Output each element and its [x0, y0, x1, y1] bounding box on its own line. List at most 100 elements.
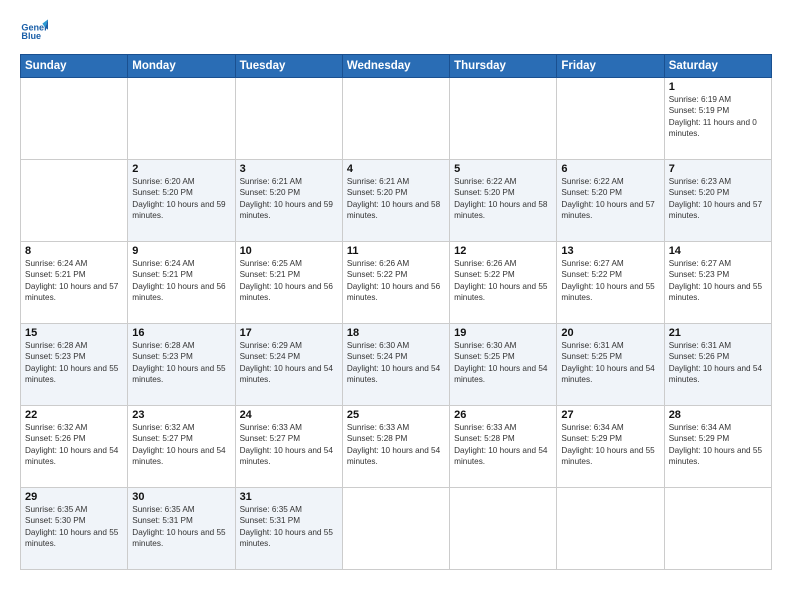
calendar-cell: 10Sunrise: 6:25 AMSunset: 5:21 PMDayligh…	[235, 242, 342, 324]
calendar-cell: 29 Sunrise: 6:35 AMSunset: 5:30 PMDayligh…	[21, 488, 128, 570]
day-number: 22	[25, 409, 123, 421]
day-number: 13	[561, 245, 659, 257]
calendar-cell: 20 Sunrise: 6:31 AMSunset: 5:25 PMDayligh…	[557, 324, 664, 406]
calendar-table: SundayMondayTuesdayWednesdayThursdayFrid…	[20, 54, 772, 570]
calendar-cell: 1Sunrise: 6:19 AMSunset: 5:19 PMDaylight…	[664, 78, 771, 160]
calendar-cell	[557, 78, 664, 160]
calendar-cell: 28 Sunrise: 6:34 AMSunset: 5:29 PMDayligh…	[664, 406, 771, 488]
col-header-monday: Monday	[128, 55, 235, 78]
day-number: 20	[561, 327, 659, 339]
day-number: 4	[347, 163, 445, 175]
day-number: 15	[25, 327, 123, 339]
week-row: 2Sunrise: 6:20 AMSunset: 5:20 PMDaylight…	[21, 160, 772, 242]
day-number: 8	[25, 245, 123, 257]
calendar-cell: 23 Sunrise: 6:32 AMSunset: 5:27 PMDayligh…	[128, 406, 235, 488]
calendar-cell: 11Sunrise: 6:26 AMSunset: 5:22 PMDayligh…	[342, 242, 449, 324]
day-text: Sunrise: 6:22 AMSunset: 5:20 PMDaylight:…	[561, 177, 654, 220]
calendar-cell: 25 Sunrise: 6:33 AMSunset: 5:28 PMDayligh…	[342, 406, 449, 488]
calendar-cell	[450, 78, 557, 160]
day-text: Sunrise: 6:25 AMSunset: 5:21 PMDaylight:…	[240, 259, 333, 302]
day-text: Sunrise: 6:27 AMSunset: 5:23 PMDaylight:…	[669, 259, 762, 302]
calendar-cell	[21, 78, 128, 160]
day-number: 30	[132, 491, 230, 503]
day-text: Sunrise: 6:34 AMSunset: 5:29 PMDaylight:…	[561, 423, 654, 466]
day-text: Sunrise: 6:30 AMSunset: 5:25 PMDaylight:…	[454, 341, 547, 384]
calendar-cell	[557, 488, 664, 570]
day-number: 26	[454, 409, 552, 421]
calendar-cell: 16 Sunrise: 6:28 AMSunset: 5:23 PMDayligh…	[128, 324, 235, 406]
day-number: 5	[454, 163, 552, 175]
day-number: 12	[454, 245, 552, 257]
day-text: Sunrise: 6:22 AMSunset: 5:20 PMDaylight:…	[454, 177, 547, 220]
col-header-saturday: Saturday	[664, 55, 771, 78]
calendar-cell: 17Sunrise: 6:29 AMSunset: 5:24 PMDayligh…	[235, 324, 342, 406]
col-header-wednesday: Wednesday	[342, 55, 449, 78]
logo: General Blue	[20, 18, 48, 46]
day-text: Sunrise: 6:31 AMSunset: 5:25 PMDaylight:…	[561, 341, 654, 384]
calendar-cell: 27 Sunrise: 6:34 AMSunset: 5:29 PMDayligh…	[557, 406, 664, 488]
calendar-cell: 2Sunrise: 6:20 AMSunset: 5:20 PMDaylight…	[128, 160, 235, 242]
day-text: Sunrise: 6:32 AMSunset: 5:27 PMDaylight:…	[132, 423, 225, 466]
page: General Blue SundayMondayTuesdayWednesda…	[0, 0, 792, 612]
day-text: Sunrise: 6:26 AMSunset: 5:22 PMDaylight:…	[454, 259, 547, 302]
logo-icon: General Blue	[20, 18, 48, 46]
day-number: 31	[240, 491, 338, 503]
day-text: Sunrise: 6:27 AMSunset: 5:22 PMDaylight:…	[561, 259, 654, 302]
day-text: Sunrise: 6:35 AMSunset: 5:31 PMDaylight:…	[240, 505, 333, 548]
calendar-cell	[128, 78, 235, 160]
day-number: 24	[240, 409, 338, 421]
svg-text:Blue: Blue	[21, 31, 41, 41]
day-number: 16	[132, 327, 230, 339]
calendar-cell: 14Sunrise: 6:27 AMSunset: 5:23 PMDayligh…	[664, 242, 771, 324]
day-text: Sunrise: 6:24 AMSunset: 5:21 PMDaylight:…	[25, 259, 118, 302]
day-text: Sunrise: 6:28 AMSunset: 5:23 PMDaylight:…	[132, 341, 225, 384]
day-text: Sunrise: 6:21 AMSunset: 5:20 PMDaylight:…	[347, 177, 440, 220]
day-number: 25	[347, 409, 445, 421]
day-text: Sunrise: 6:33 AMSunset: 5:27 PMDaylight:…	[240, 423, 333, 466]
day-number: 7	[669, 163, 767, 175]
calendar-cell: 22Sunrise: 6:32 AMSunset: 5:26 PMDayligh…	[21, 406, 128, 488]
week-row: 1Sunrise: 6:19 AMSunset: 5:19 PMDaylight…	[21, 78, 772, 160]
day-number: 19	[454, 327, 552, 339]
day-text: Sunrise: 6:31 AMSunset: 5:26 PMDaylight:…	[669, 341, 762, 384]
day-text: Sunrise: 6:29 AMSunset: 5:24 PMDaylight:…	[240, 341, 333, 384]
week-row: 8 Sunrise: 6:24 AMSunset: 5:21 PMDaylight…	[21, 242, 772, 324]
calendar-cell: 15 Sunrise: 6:28 AMSunset: 5:23 PMDayligh…	[21, 324, 128, 406]
day-text: Sunrise: 6:34 AMSunset: 5:29 PMDaylight:…	[669, 423, 762, 466]
day-number: 21	[669, 327, 767, 339]
calendar-cell	[235, 78, 342, 160]
day-number: 29	[25, 491, 123, 503]
day-number: 27	[561, 409, 659, 421]
day-text: Sunrise: 6:20 AMSunset: 5:20 PMDaylight:…	[132, 177, 225, 220]
calendar-cell: 18 Sunrise: 6:30 AMSunset: 5:24 PMDayligh…	[342, 324, 449, 406]
calendar-cell: 5 Sunrise: 6:22 AMSunset: 5:20 PMDaylight…	[450, 160, 557, 242]
day-text: Sunrise: 6:33 AMSunset: 5:28 PMDaylight:…	[454, 423, 547, 466]
day-text: Sunrise: 6:30 AMSunset: 5:24 PMDaylight:…	[347, 341, 440, 384]
day-number: 18	[347, 327, 445, 339]
day-text: Sunrise: 6:24 AMSunset: 5:21 PMDaylight:…	[132, 259, 225, 302]
day-number: 28	[669, 409, 767, 421]
day-text: Sunrise: 6:35 AMSunset: 5:31 PMDaylight:…	[132, 505, 225, 548]
week-row: 22Sunrise: 6:32 AMSunset: 5:26 PMDayligh…	[21, 406, 772, 488]
day-number: 3	[240, 163, 338, 175]
day-number: 23	[132, 409, 230, 421]
calendar-cell: 9Sunrise: 6:24 AMSunset: 5:21 PMDaylight…	[128, 242, 235, 324]
col-header-thursday: Thursday	[450, 55, 557, 78]
day-text: Sunrise: 6:23 AMSunset: 5:20 PMDaylight:…	[669, 177, 762, 220]
day-number: 1	[669, 81, 767, 93]
calendar-cell: 8 Sunrise: 6:24 AMSunset: 5:21 PMDaylight…	[21, 242, 128, 324]
calendar-cell: 19 Sunrise: 6:30 AMSunset: 5:25 PMDayligh…	[450, 324, 557, 406]
col-header-tuesday: Tuesday	[235, 55, 342, 78]
col-header-sunday: Sunday	[21, 55, 128, 78]
day-text: Sunrise: 6:28 AMSunset: 5:23 PMDaylight:…	[25, 341, 118, 384]
day-text: Sunrise: 6:35 AMSunset: 5:30 PMDaylight:…	[25, 505, 118, 548]
calendar-cell: 13 Sunrise: 6:27 AMSunset: 5:22 PMDayligh…	[557, 242, 664, 324]
calendar-cell	[21, 160, 128, 242]
calendar-cell	[664, 488, 771, 570]
calendar-cell: 6Sunrise: 6:22 AMSunset: 5:20 PMDaylight…	[557, 160, 664, 242]
col-header-friday: Friday	[557, 55, 664, 78]
calendar-cell: 3Sunrise: 6:21 AMSunset: 5:20 PMDaylight…	[235, 160, 342, 242]
day-text: Sunrise: 6:33 AMSunset: 5:28 PMDaylight:…	[347, 423, 440, 466]
calendar-cell: 12 Sunrise: 6:26 AMSunset: 5:22 PMDayligh…	[450, 242, 557, 324]
calendar-cell	[342, 78, 449, 160]
